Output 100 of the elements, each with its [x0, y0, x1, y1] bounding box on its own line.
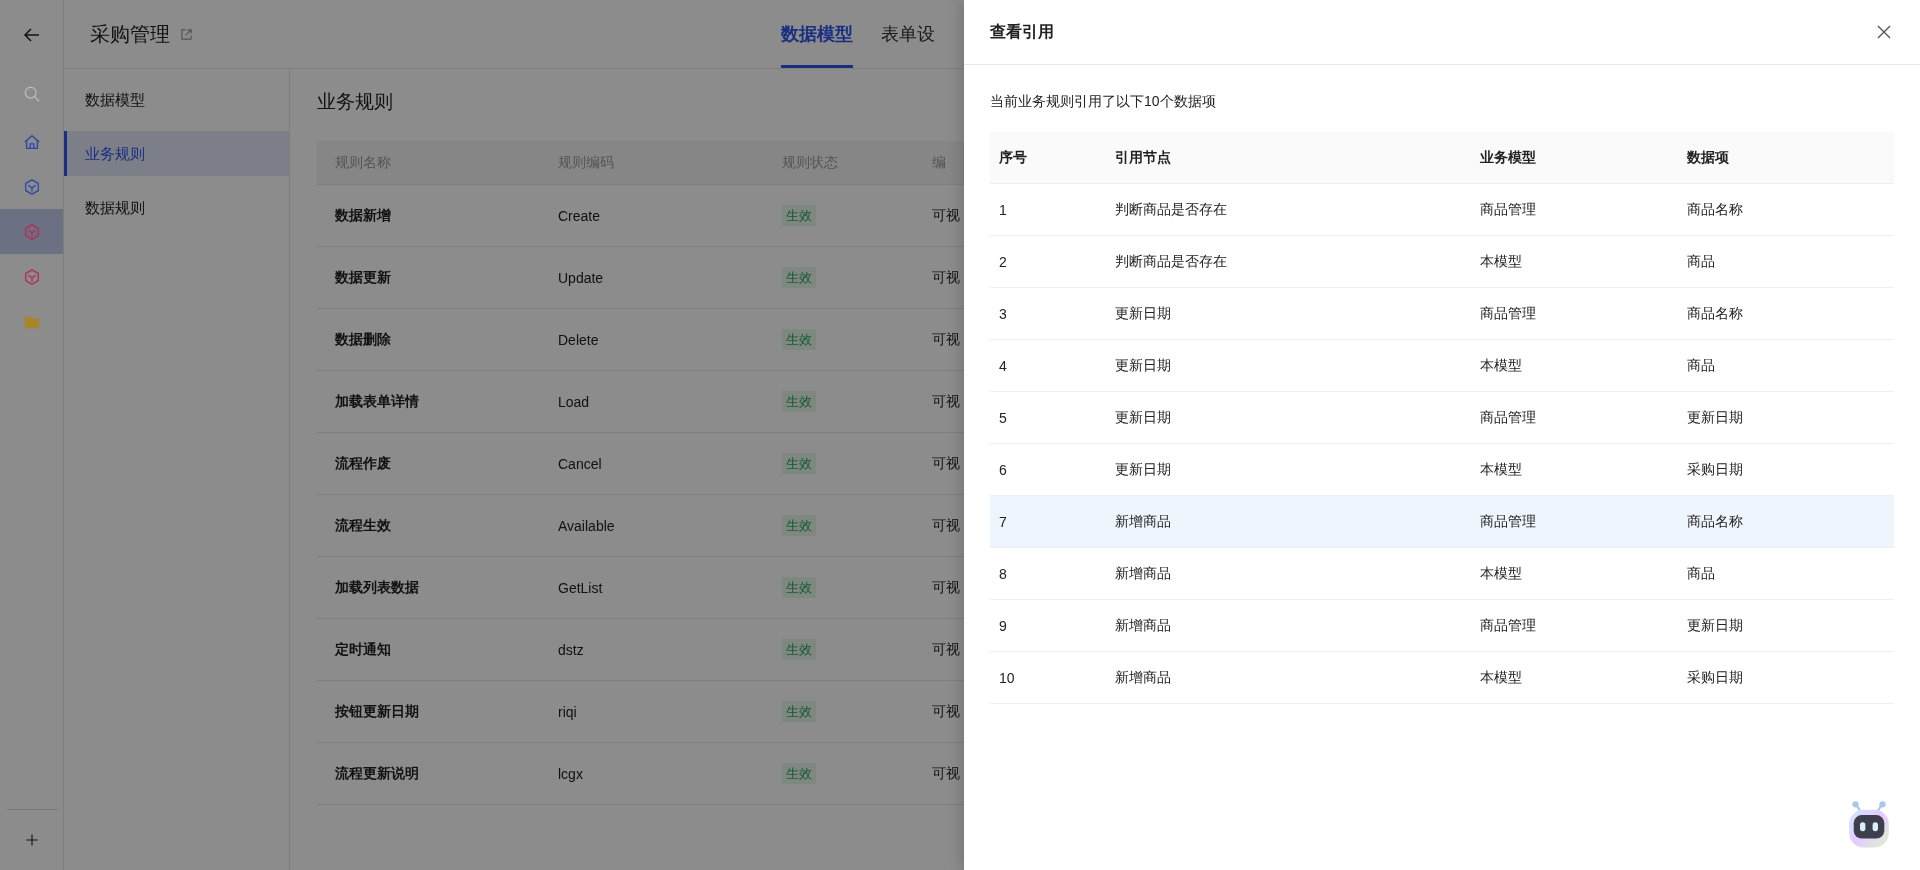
rule-code: Update [558, 269, 605, 286]
external-link-icon[interactable] [180, 27, 193, 41]
table-cell-text: 新增商品 [1115, 564, 1172, 583]
status-tag: 生效 [782, 204, 816, 226]
rule-name: 加载列表数据 [334, 578, 420, 597]
status-tag: 生效 [782, 514, 816, 536]
table-cell: 可视 [932, 764, 960, 783]
table-cell-text: 新增商品 [1115, 616, 1172, 635]
rule-name: 加载表单详情 [334, 392, 420, 411]
close-icon[interactable] [1876, 24, 1892, 40]
table-cell-text: 新增商品 [1115, 512, 1172, 531]
cube-icon[interactable] [22, 222, 41, 241]
table-cell-text: 判断商品是否存在 [1115, 252, 1228, 271]
table-cell-text: 商品管理 [1480, 200, 1537, 219]
table-cell: 可视 [932, 578, 960, 597]
rule-name: 流程生效 [334, 516, 392, 535]
status-tag: 生效 [782, 762, 816, 784]
table-cell: 采购日期 [1687, 460, 1743, 479]
table-cell-text: 更新日期 [1115, 408, 1172, 427]
add-icon[interactable] [23, 832, 40, 848]
table-cell: 商品名称 [1687, 304, 1743, 323]
table-cell-text: 1 [998, 201, 1008, 218]
table-cell-text: 更新日期 [1115, 460, 1172, 479]
table-cell: 更新日期 [1687, 408, 1743, 427]
rule-code: lcgx [558, 765, 584, 782]
table-cell-text: 本模型 [1480, 252, 1523, 271]
header-tab[interactable]: 数据模型 [781, 0, 853, 68]
app-title: 采购管理 [90, 21, 170, 47]
table-cell-text: 本模型 [1480, 460, 1523, 479]
rule-name: 按钮更新日期 [334, 702, 420, 721]
home-icon[interactable] [22, 132, 41, 151]
table-cell-text: 更新日期 [1115, 356, 1172, 375]
column-header: 数据项 [1687, 148, 1729, 167]
rule-name: 数据删除 [334, 330, 392, 349]
table-cell-text: 6 [998, 461, 1008, 478]
rule-code: dstz [558, 641, 585, 658]
table-cell-text: 商品管理 [1480, 408, 1537, 427]
header-tab[interactable]: 表单设 [881, 0, 935, 68]
cube-icon[interactable] [22, 177, 41, 196]
table-cell: 商品 [1687, 252, 1715, 271]
table-cell-text: 5 [998, 409, 1008, 426]
rule-name: 定时通知 [334, 640, 392, 659]
table-cell: 可视 [932, 268, 960, 287]
table-cell: 商品 [1687, 564, 1715, 583]
drawer-title: 查看引用 [990, 21, 1054, 42]
sidebar-item[interactable]: 业务规则 [64, 131, 289, 176]
table-cell: 可视 [932, 330, 960, 349]
table-cell: 商品名称 [1687, 512, 1743, 531]
table-cell: 更新日期 [1687, 616, 1743, 635]
column-header: 业务模型 [1480, 148, 1537, 167]
table-cell-text: 8 [998, 565, 1008, 582]
rule-code: Load [558, 393, 591, 410]
table-cell-text: 2 [998, 253, 1008, 270]
status-tag: 生效 [782, 266, 816, 288]
highlighted-row[interactable]: 7 新增商品 商品管理 商品名称 [990, 496, 1894, 548]
table-cell-text: 3 [998, 305, 1008, 322]
table-cell-text: 本模型 [1480, 668, 1523, 687]
table-cell: 可视 [932, 206, 960, 225]
table-cell-text: 新增商品 [1115, 668, 1172, 687]
status-tag: 生效 [782, 452, 816, 474]
rule-code: Available [558, 517, 616, 534]
status-tag: 生效 [782, 328, 816, 350]
status-tag: 生效 [782, 700, 816, 722]
table-cell: 可视 [932, 702, 960, 721]
table-cell: 可视 [932, 640, 960, 659]
table-cell-text: 商品管理 [1480, 512, 1537, 531]
description-text: 当前业务规则引用了以下10个数据项 [990, 93, 1217, 111]
table-cell-text: 更新日期 [1115, 304, 1172, 323]
table-cell: 商品名称 [1687, 200, 1743, 219]
status-tag: 生效 [782, 390, 816, 412]
rule-name: 数据新增 [334, 206, 392, 225]
table-cell-text: 本模型 [1480, 564, 1523, 583]
table-cell: 可视 [932, 516, 960, 535]
column-header: 序号 [998, 148, 1028, 167]
column-header: 引用节点 [1115, 148, 1172, 167]
search-icon[interactable] [22, 85, 41, 103]
rule-code: riqi [558, 703, 578, 720]
rule-code: GetList [558, 579, 604, 596]
table-cell-text: 10 [998, 669, 1016, 686]
rule-code: Cancel [558, 455, 603, 472]
table-cell: 可视 [932, 454, 960, 473]
rule-name: 数据更新 [334, 268, 392, 287]
rule-name: 流程更新说明 [334, 764, 420, 783]
table-cell: 采购日期 [1687, 668, 1743, 687]
sidebar-item[interactable]: 数据规则 [64, 185, 289, 230]
table-cell-text: 商品管理 [1480, 304, 1537, 323]
table-cell-text: 商品管理 [1480, 616, 1537, 635]
status-tag: 生效 [782, 576, 816, 598]
table-cell-text: 9 [998, 617, 1008, 634]
table-cell: 商品 [1687, 356, 1715, 375]
section-title: 业务规则 [317, 90, 393, 114]
table-cell-text: 本模型 [1480, 356, 1523, 375]
rule-name: 流程作废 [334, 454, 392, 473]
table-cell: 可视 [932, 392, 960, 411]
rule-code: Delete [558, 331, 600, 348]
table-cell-text: 判断商品是否存在 [1115, 200, 1228, 219]
status-tag: 生效 [782, 638, 816, 660]
cube-icon[interactable] [22, 267, 41, 286]
rule-code: Create [558, 207, 602, 224]
sidebar-item[interactable]: 数据模型 [64, 77, 289, 122]
